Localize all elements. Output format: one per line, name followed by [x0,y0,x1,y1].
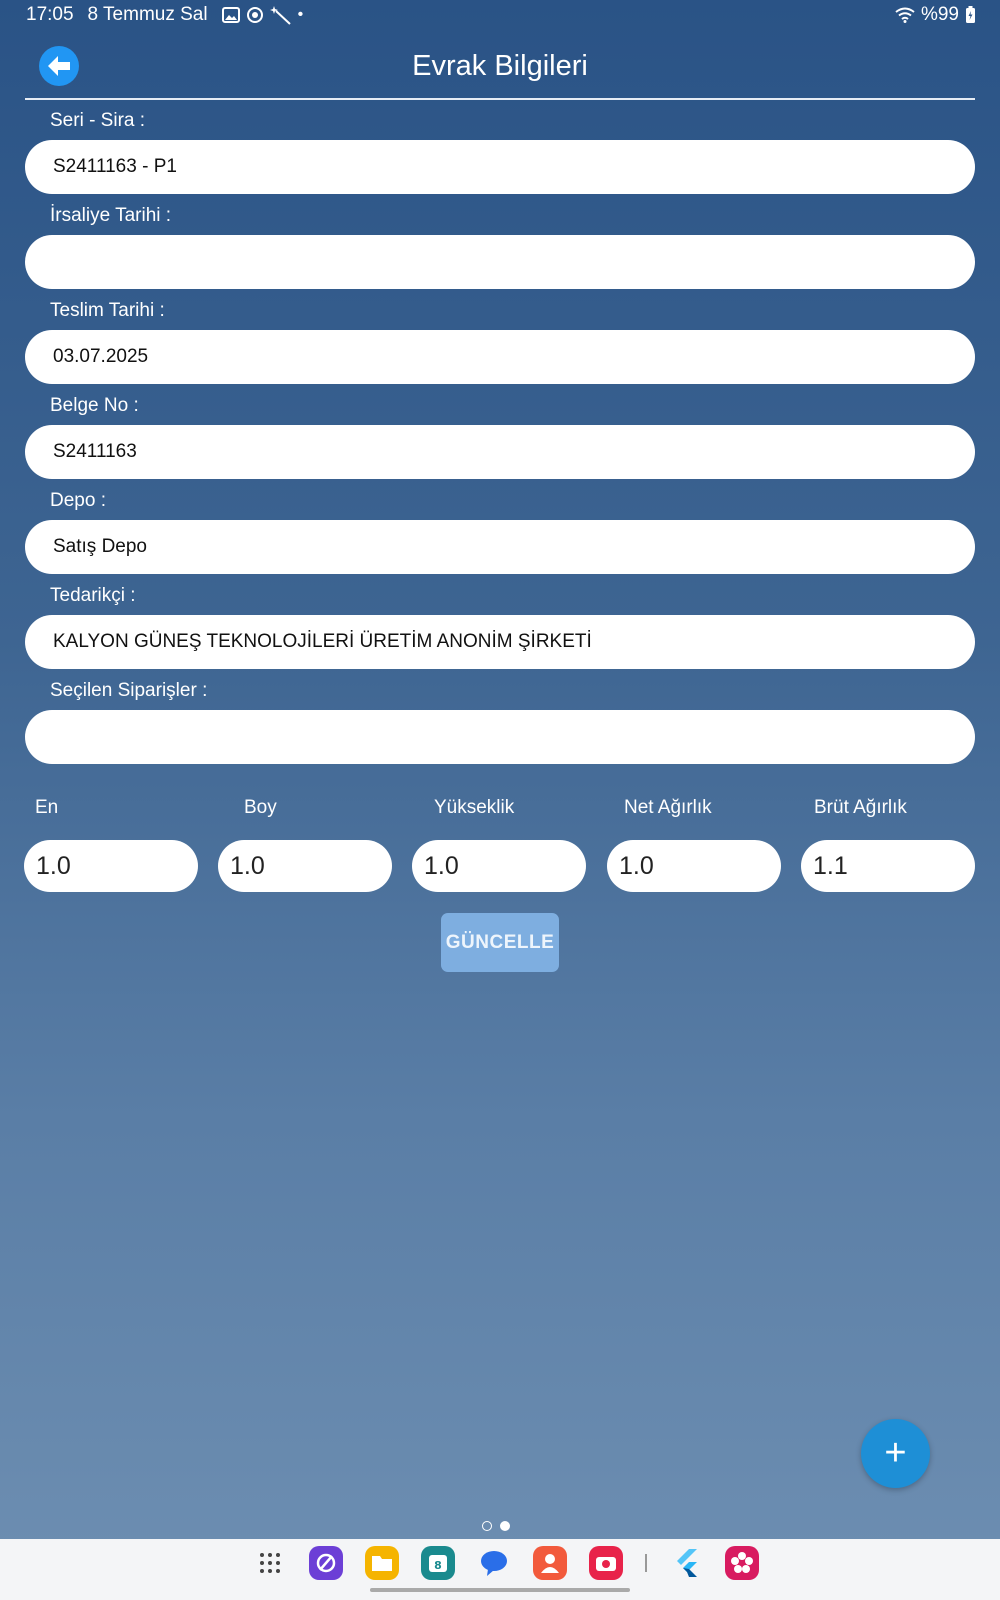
brut-agirlik-input[interactable]: 1.1 [801,840,975,892]
brut-agirlik-label: Brüt Ağırlık [814,797,907,818]
page-title: Evrak Bilgileri [412,50,588,82]
grid-icon [260,1553,280,1573]
add-button[interactable]: + [861,1419,930,1488]
page-dot-1[interactable] [482,1521,492,1531]
page-dot-2[interactable] [500,1521,510,1531]
boy-label: Boy [244,797,277,818]
en-label: En [35,797,59,818]
secilen-siparisler-input[interactable] [25,710,975,764]
net-agirlik-label: Net Ağırlık [624,797,712,818]
messages-app-icon[interactable] [477,1546,511,1580]
yukseklik-input[interactable]: 1.0 [412,840,586,892]
wifi-icon [895,7,915,23]
belge-no-label: Belge No : [50,395,139,416]
dock-divider [645,1554,647,1572]
seri-sira-label: Seri - Sira : [50,110,146,131]
status-bar: 17:05 8 Temmuz Sal • %99 [0,0,1000,30]
battery-icon [966,6,975,23]
gallery-app-icon[interactable] [725,1546,759,1580]
depo-input[interactable]: Satış Depo [25,520,975,574]
irsaliye-tarihi-label: İrsaliye Tarihi : [50,205,172,226]
home-indicator[interactable] [370,1588,630,1592]
app-header: Evrak Bilgileri [25,40,975,100]
gallery-icon [221,7,240,23]
yukseklik-label: Yükseklik [434,797,515,818]
magic-wand-icon [269,6,291,25]
flutter-app-icon[interactable] [669,1546,703,1580]
contacts-app-icon[interactable] [533,1546,567,1580]
camera-app-icon[interactable] [589,1546,623,1580]
teslim-tarihi-label: Teslim Tarihi : [50,300,165,321]
secilen-siparisler-label: Seçilen Siparişler : [50,680,208,701]
internet-app-icon[interactable] [309,1546,343,1580]
tedarikci-input[interactable]: KALYON GÜNEŞ TEKNOLOJİLERİ ÜRETİM ANONİM… [25,615,975,669]
update-button[interactable]: GÜNCELLE [441,913,559,972]
depo-label: Depo : [50,490,106,511]
net-agirlik-input[interactable]: 1.0 [607,840,781,892]
app-drawer-button[interactable] [253,1546,287,1580]
irsaliye-tarihi-input[interactable] [25,235,975,289]
files-app-icon[interactable] [365,1546,399,1580]
battery-level: %99 [920,4,959,25]
tedarikci-label: Tedarikçi : [50,585,136,606]
svg-text:8: 8 [434,1559,442,1572]
notification-dot-icon: • [297,6,304,23]
seri-sira-input[interactable]: S2411163 - P1 [25,140,975,194]
status-time: 17:05 [26,4,74,25]
en-input[interactable]: 1.0 [24,840,198,892]
page-indicator [482,1521,510,1531]
calendar-app-icon[interactable]: 8 [421,1546,455,1580]
plus-icon: + [884,1432,907,1474]
teslim-tarihi-input[interactable]: 03.07.2025 [25,330,975,384]
belge-no-input[interactable]: S2411163 [25,425,975,479]
target-icon [246,7,263,23]
boy-input[interactable]: 1.0 [218,840,392,892]
status-date: 8 Temmuz Sal [87,4,208,25]
